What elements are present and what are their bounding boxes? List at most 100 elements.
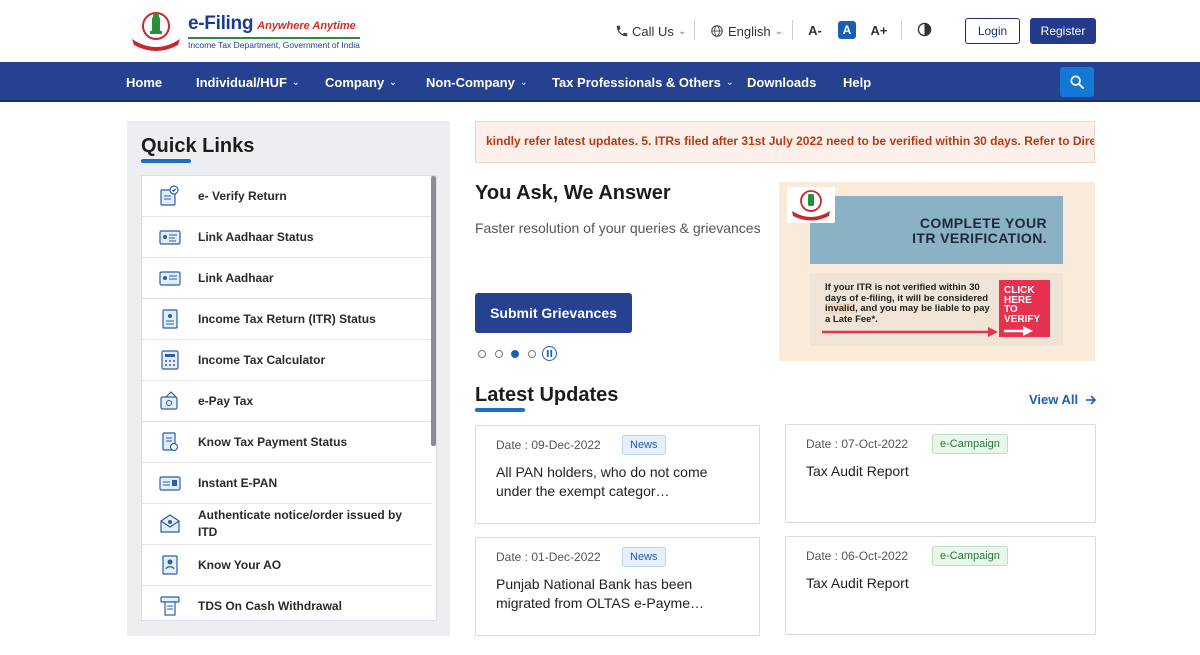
payment-status-icon xyxy=(162,432,179,452)
view-all-link[interactable]: View All xyxy=(1029,392,1097,407)
nav-label: Help xyxy=(843,74,872,90)
carousel-pause-button[interactable] xyxy=(542,346,557,361)
nav-label: Company xyxy=(325,74,385,90)
phone-icon xyxy=(616,25,628,37)
language-label: English xyxy=(728,23,771,39)
update-card[interactable]: Date : 06-Oct-2022 e-Campaign Tax Audit … xyxy=(785,536,1096,635)
quick-link-label: Income Tax Return (ITR) Status xyxy=(198,311,376,326)
update-card[interactable]: Date : 07-Oct-2022 e-Campaign Tax Audit … xyxy=(785,424,1096,523)
quick-link-aadhaar[interactable]: Link Aadhaar xyxy=(142,258,432,299)
tds-cash-icon xyxy=(160,596,180,616)
news-badge: News xyxy=(622,547,666,567)
quick-links-list[interactable]: e- Verify Return Link Aadhaar Status Lin… xyxy=(141,175,437,621)
nav-tax-professionals[interactable]: Tax Professionals & Others ⌄ xyxy=(552,62,733,102)
submit-grievances-button[interactable]: Submit Grievances xyxy=(475,293,632,333)
quick-link-payment-status[interactable]: Know Tax Payment Status xyxy=(142,422,432,463)
carousel-dot[interactable] xyxy=(495,350,503,358)
carousel-dot[interactable] xyxy=(478,350,486,358)
nav-company[interactable]: Company ⌄ xyxy=(325,62,397,102)
title-underline xyxy=(141,159,191,163)
e-campaign-badge: e-Campaign xyxy=(932,434,1008,454)
nav-label: Home xyxy=(126,74,163,90)
nav-help[interactable]: Help xyxy=(843,62,871,102)
banner-body-text: If your ITR is not verified within 30 da… xyxy=(825,282,993,325)
news-badge: News xyxy=(622,435,666,455)
divider xyxy=(792,20,793,40)
language-dropdown[interactable]: English ⌄ xyxy=(710,20,783,42)
banner-heading: COMPLETE YOUR ITR VERIFICATION. xyxy=(912,216,1047,246)
quick-links-title: Quick Links xyxy=(141,135,255,157)
divider xyxy=(901,20,902,40)
quick-link-label: Instant E-PAN xyxy=(198,475,278,490)
update-text: Punjab National Bank has been migrated f… xyxy=(496,576,704,611)
scrollbar-thumb[interactable] xyxy=(431,176,436,446)
notice-icon xyxy=(160,514,180,533)
font-decrease-button[interactable]: A- xyxy=(806,21,824,39)
quick-link-e-verify-return[interactable]: e- Verify Return xyxy=(142,176,432,217)
banner-bottom-panel: If your ITR is not verified within 30 da… xyxy=(810,273,1063,346)
nav-non-company[interactable]: Non-Company ⌄ xyxy=(426,62,527,102)
banner-body-pre: If your ITR is not verified within 30 da… xyxy=(825,282,989,304)
register-button[interactable]: Register xyxy=(1030,18,1096,44)
globe-icon xyxy=(711,25,723,37)
ticker-text: kindly refer latest updates. 5. ITRs fil… xyxy=(486,134,1095,148)
divider xyxy=(694,20,695,40)
click-here-to-verify-button[interactable]: CLICK HERE TO VERIFY xyxy=(999,280,1050,337)
search-button[interactable] xyxy=(1060,67,1094,97)
efiling-logo[interactable]: e-Filing Anywhere Anytime Income Tax Depa… xyxy=(128,9,360,53)
quick-link-know-your-ao[interactable]: Know Your AO xyxy=(142,545,432,586)
font-normal-button[interactable]: A xyxy=(838,21,856,39)
carousel-dot[interactable] xyxy=(528,350,536,358)
chevron-down-icon: ⌄ xyxy=(292,76,300,87)
pause-icon xyxy=(546,350,553,357)
font-increase-button[interactable]: A+ xyxy=(870,21,888,39)
login-button[interactable]: Login xyxy=(965,18,1020,44)
you-ask-title: You Ask, We Answer xyxy=(475,182,671,204)
quick-link-label: e- Verify Return xyxy=(198,188,287,203)
call-us-dropdown[interactable]: Call Us ⌄ xyxy=(615,20,686,42)
itr-status-icon xyxy=(162,309,178,329)
update-date: Date : 06-Oct-2022 xyxy=(806,549,909,563)
logo-title: e-Filing Anywhere Anytime xyxy=(188,13,356,35)
arrow-right-icon xyxy=(1086,394,1097,405)
banner-body-highlight: invalid xyxy=(825,303,856,314)
update-date: Date : 07-Oct-2022 xyxy=(806,437,909,451)
quick-link-authenticate-notice[interactable]: Authenticate notice/order issued by ITD xyxy=(142,504,432,545)
nav-downloads[interactable]: Downloads xyxy=(747,62,816,102)
cta-line4: VERIFY xyxy=(1004,313,1041,325)
itr-verification-banner[interactable]: COMPLETE YOUR ITR VERIFICATION. If your … xyxy=(779,182,1095,361)
you-ask-subtitle: Faster resolution of your queries & grie… xyxy=(475,220,761,236)
nav-label: Downloads xyxy=(747,74,817,90)
quick-link-itr-status[interactable]: Income Tax Return (ITR) Status xyxy=(142,299,432,340)
nav-individual-huf[interactable]: Individual/HUF ⌄ xyxy=(196,62,300,102)
title-underline xyxy=(475,408,525,412)
update-date: Date : 01-Dec-2022 xyxy=(496,550,601,564)
update-card[interactable]: Date : 09-Dec-2022 News All PAN holders,… xyxy=(475,425,760,524)
quick-link-tax-calculator[interactable]: Income Tax Calculator xyxy=(142,340,432,381)
chevron-down-icon: ⌄ xyxy=(725,76,734,87)
quick-link-aadhaar-status[interactable]: Link Aadhaar Status xyxy=(142,217,432,258)
update-card[interactable]: Date : 01-Dec-2022 News Punjab National … xyxy=(475,537,760,636)
banner-heading-line1: COMPLETE YOUR xyxy=(919,215,1047,231)
chevron-down-icon: ⌄ xyxy=(519,76,528,87)
aadhaar-status-icon xyxy=(159,230,181,245)
latest-updates-title: Latest Updates xyxy=(475,384,619,406)
nav-home[interactable]: Home xyxy=(126,62,162,102)
quick-link-label: Authenticate notice/order issued by ITD xyxy=(198,508,403,539)
quick-link-instant-e-pan[interactable]: Instant E-PAN xyxy=(142,463,432,504)
news-ticker[interactable]: kindly refer latest updates. 5. ITRs fil… xyxy=(475,121,1095,163)
quick-link-e-pay-tax[interactable]: e-Pay Tax xyxy=(142,381,432,422)
quick-link-tds-cash-withdrawal[interactable]: TDS On Cash Withdrawal xyxy=(142,586,432,620)
quick-link-label: Income Tax Calculator xyxy=(198,352,326,367)
nav-label: Non-Company xyxy=(426,74,515,90)
pay-tax-icon xyxy=(160,391,178,410)
e-campaign-badge: e-Campaign xyxy=(932,546,1008,566)
contrast-icon[interactable] xyxy=(917,22,932,37)
quick-link-label: Link Aadhaar xyxy=(198,270,274,285)
carousel-dot-active[interactable] xyxy=(511,350,519,358)
quick-link-label: Know Your AO xyxy=(198,557,282,572)
epan-card-icon xyxy=(159,476,181,491)
nav-label: Individual/HUF xyxy=(196,74,287,90)
update-text: Tax Audit Report xyxy=(806,463,909,479)
chevron-down-icon: ⌄ xyxy=(677,25,687,37)
